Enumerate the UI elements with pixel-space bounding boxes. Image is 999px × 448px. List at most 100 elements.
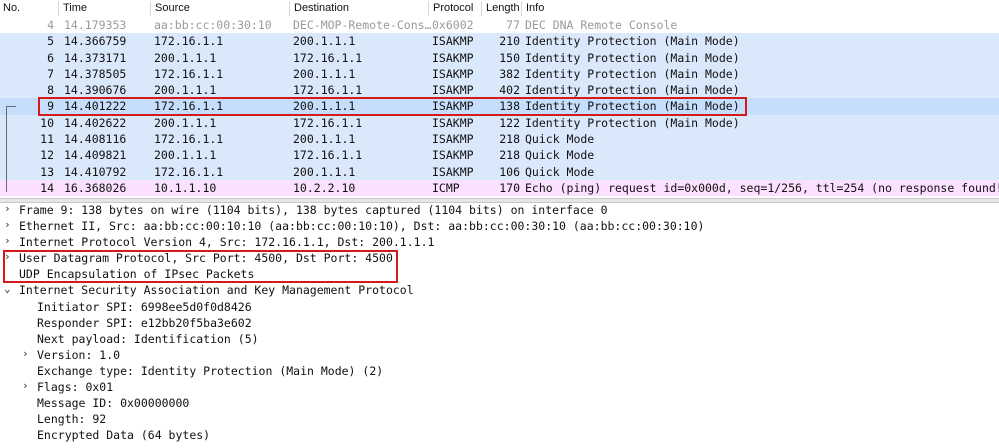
packet-protocol: ISAKMP (432, 66, 474, 81)
packet-destination: 172.16.1.1 (293, 50, 363, 65)
packet-details-tree[interactable]: › Frame 9: 138 bytes on wire (1104 bits),… (0, 202, 999, 443)
column-divider[interactable] (481, 1, 482, 16)
packet-destination: 200.1.1.1 (293, 132, 356, 147)
packet-protocol: ISAKMP (432, 83, 474, 98)
detail-tree-item[interactable]: › Frame 9: 138 bytes on wire (1104 bits),… (0, 202, 999, 218)
column-header-time[interactable]: Time (63, 2, 87, 14)
detail-tree-label: Length: 92 (37, 412, 107, 427)
packet-length: 122 (499, 115, 520, 130)
packet-info: Quick Mode (525, 148, 595, 163)
packet-source: 172.16.1.1 (154, 34, 224, 49)
packet-destination: DEC-MOP-Remote-Cons… (293, 18, 432, 32)
detail-tree-item[interactable]: › Flags: 0x01 (0, 379, 999, 395)
column-divider[interactable] (289, 1, 290, 16)
packet-protocol: ISAKMP (432, 50, 474, 65)
packet-row[interactable]: 12 14.409821 200.1.1.1 172.16.1.1 ISAKMP 218 Q… (0, 147, 999, 164)
packet-row[interactable]: 9 14.401222 172.16.1.1 200.1.1.1 ISAKMP 138 Id… (0, 98, 999, 115)
detail-tree-item[interactable]: › Version: 1.0 (0, 347, 999, 363)
detail-tree-label: Exchange type: Identity Protection (Main… (37, 363, 384, 378)
packet-source: 200.1.1.1 (154, 148, 217, 163)
packet-length: 210 (499, 34, 520, 49)
packet-row[interactable]: 10 14.402622 200.1.1.1 172.16.1.1 ISAKMP 122 I… (0, 114, 999, 132)
column-divider[interactable] (521, 1, 522, 16)
conversation-line (6, 106, 15, 192)
chevron-down-icon[interactable]: ⌄ (4, 282, 11, 295)
detail-tree-item[interactable]: Next payload: Identification (5) (0, 331, 999, 347)
detail-tree-item[interactable]: › Ethernet II, Src: aa:bb:cc:00:10:10 (aa… (0, 218, 999, 234)
packet-length: 170 (499, 180, 520, 195)
packet-row[interactable]: 6 14.373171 200.1.1.1 172.16.1.1 ISAKMP 150 Id… (0, 49, 999, 66)
packet-time: 14.373171 (64, 50, 127, 65)
detail-tree-label: UDP Encapsulation of IPsec Packets (19, 267, 255, 282)
packet-list[interactable]: 4 14.179353 aa:bb:cc:00:30:10 DEC-MOP-Remot… (0, 17, 999, 197)
chevron-right-icon[interactable]: › (4, 250, 11, 263)
detail-tree-item[interactable]: Initiator SPI: 6998ee5d0f0d8426 (0, 299, 999, 315)
packet-row[interactable]: 14 16.368026 10.1.1.10 10.2.2.10 ICMP 170 Echo… (0, 179, 999, 197)
packet-info: Identity Protection (Main Mode) (525, 34, 740, 49)
column-header-destination[interactable]: Destination (294, 2, 349, 14)
detail-tree-item[interactable]: › Internet Protocol Version 4, Src: 172.1… (0, 234, 999, 250)
detail-tree-item[interactable]: Exchange type: Identity Protection (Main… (0, 363, 999, 379)
column-header-length[interactable]: Length (486, 2, 520, 14)
detail-tree-label: Message ID: 0x00000000 (37, 396, 190, 411)
packet-protocol: ICMP (432, 180, 460, 195)
packet-row[interactable]: 5 14.366759 172.16.1.1 200.1.1.1 ISAKMP 210 Id… (0, 33, 999, 50)
chevron-right-icon[interactable]: › (22, 347, 29, 360)
packet-destination: 172.16.1.1 (293, 115, 363, 130)
packet-no: 7 (47, 66, 54, 81)
packet-destination: 172.16.1.1 (293, 148, 363, 163)
detail-tree-item[interactable]: Length: 92 (0, 411, 999, 427)
packet-row[interactable]: 8 14.390676 200.1.1.1 172.16.1.1 ISAKMP 402 Id… (0, 82, 999, 99)
column-header-source[interactable]: Source (155, 2, 190, 14)
detail-tree-item[interactable]: Responder SPI: e12bb20f5ba3e602 (0, 315, 999, 331)
packet-destination: 200.1.1.1 (293, 99, 356, 114)
column-divider[interactable] (150, 1, 151, 16)
column-divider[interactable] (428, 1, 429, 16)
chevron-right-icon[interactable]: › (4, 202, 11, 215)
packet-no: 5 (47, 34, 54, 49)
detail-tree-item[interactable]: Encrypted Data (64 bytes) (0, 427, 999, 443)
detail-tree-item[interactable]: UDP Encapsulation of IPsec Packets (0, 266, 999, 282)
packet-protocol: ISAKMP (432, 132, 474, 147)
column-header-info[interactable]: Info (526, 2, 544, 14)
detail-tree-label: Internet Protocol Version 4, Src: 172.16… (19, 235, 435, 250)
detail-tree-item[interactable]: ⌄ Internet Security Association and Key M… (0, 282, 999, 298)
column-header-protocol[interactable]: Protocol (433, 2, 473, 14)
packet-row[interactable]: 13 14.410792 172.16.1.1 200.1.1.1 ISAKMP 106 Q… (0, 163, 999, 180)
chevron-right-icon[interactable]: › (22, 379, 29, 392)
packet-protocol: ISAKMP (432, 34, 474, 49)
packet-row[interactable]: 11 14.408116 172.16.1.1 200.1.1.1 ISAKMP 218 Q… (0, 131, 999, 148)
packet-source: aa:bb:cc:00:30:10 (154, 18, 272, 32)
chevron-right-icon[interactable]: › (4, 234, 11, 247)
packet-source: 172.16.1.1 (154, 99, 224, 114)
packet-info: Quick Mode (525, 164, 595, 179)
packet-info: Echo (ping) request id=0x000d, seq=1/256… (525, 180, 999, 195)
column-header-no[interactable]: No. (3, 2, 20, 14)
packet-time: 14.409821 (64, 148, 127, 163)
packet-row[interactable]: 7 14.378505 172.16.1.1 200.1.1.1 ISAKMP 382 Id… (0, 65, 999, 83)
packet-info: Identity Protection (Main Mode) (525, 83, 740, 98)
packet-time: 14.366759 (64, 34, 127, 49)
packet-info: Quick Mode (525, 132, 595, 147)
packet-time: 14.390676 (64, 83, 127, 98)
detail-tree-item[interactable]: › User Datagram Protocol, Src Port: 4500,… (0, 250, 999, 266)
packet-source: 200.1.1.1 (154, 115, 217, 130)
packet-length: 106 (499, 164, 520, 179)
packet-time: 16.368026 (64, 180, 127, 195)
packet-row[interactable]: 4 14.179353 aa:bb:cc:00:30:10 DEC-MOP-Remot… (0, 17, 999, 34)
packet-protocol: ISAKMP (432, 115, 474, 130)
packet-source: 200.1.1.1 (154, 50, 217, 65)
detail-tree-label: User Datagram Protocol, Src Port: 4500, … (19, 251, 393, 266)
chevron-right-icon[interactable]: › (4, 218, 11, 231)
packet-time: 14.179353 (64, 18, 127, 32)
detail-tree-label: Flags: 0x01 (37, 380, 114, 395)
packet-info: Identity Protection (Main Mode) (525, 99, 740, 114)
detail-tree-label: Internet Security Association and Key Ma… (19, 283, 414, 298)
packet-source: 172.16.1.1 (154, 132, 224, 147)
packet-info: DEC DNA Remote Console (525, 18, 678, 32)
detail-tree-item[interactable]: Message ID: 0x00000000 (0, 395, 999, 411)
column-divider[interactable] (58, 1, 59, 16)
packet-source: 172.16.1.1 (154, 66, 224, 81)
packet-length: 382 (499, 66, 520, 81)
packet-length: 77 (506, 18, 520, 32)
